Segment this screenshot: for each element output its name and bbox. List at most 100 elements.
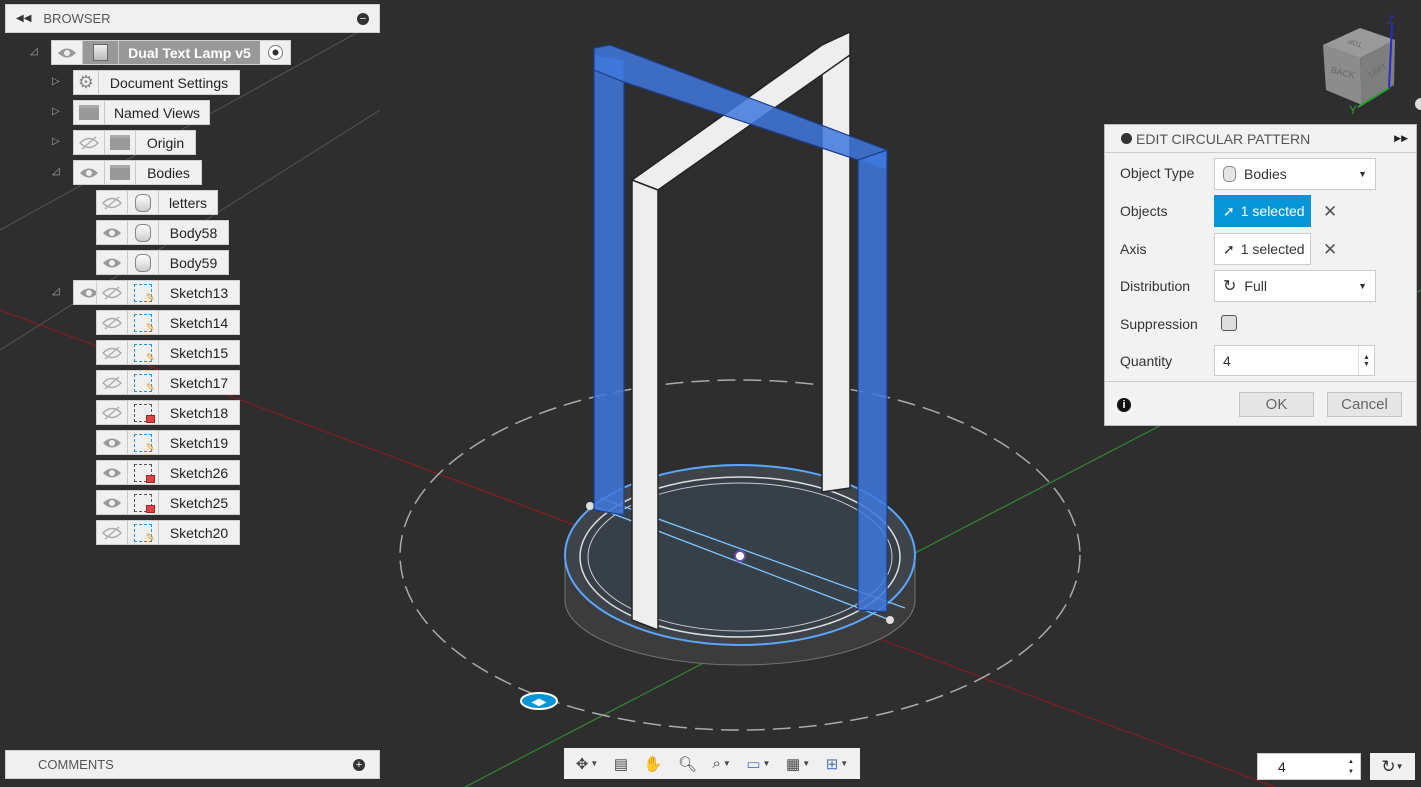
node-label: Body58: [169, 224, 218, 241]
axis-selection[interactable]: ➚ 1 selected: [1214, 233, 1311, 265]
eye-icon[interactable]: [97, 221, 128, 244]
distribution-select[interactable]: ↻ Full ▼: [1214, 270, 1376, 302]
tree-item-sketch18[interactable]: Sketch18: [96, 400, 240, 425]
eye-icon[interactable]: [97, 461, 128, 484]
object-type-label: Object Type: [1120, 165, 1195, 181]
expand-icon[interactable]: ▷: [52, 136, 62, 148]
tree-item-sketch19[interactable]: ✎ Sketch19: [96, 430, 240, 455]
eye-hidden-icon[interactable]: [97, 371, 128, 394]
eye-hidden-icon[interactable]: [97, 401, 128, 424]
root-label: Dual Text Lamp v5: [119, 41, 260, 64]
node-label: Sketch18: [169, 404, 229, 421]
browser-header[interactable]: ◀◀ BROWSER –: [5, 4, 380, 33]
clear-axis-icon[interactable]: ✕: [1323, 240, 1337, 260]
node-label: Sketch17: [169, 374, 229, 391]
node-label: Sketch26: [169, 464, 229, 481]
body-icon: [128, 191, 159, 214]
circular-arrow-icon: ↻: [1223, 278, 1237, 295]
viewports-icon[interactable]: ⊞ ▼: [826, 755, 849, 773]
eye-icon[interactable]: [97, 491, 128, 514]
add-comment-icon[interactable]: +: [353, 758, 365, 771]
locked-sketch-icon: [128, 401, 159, 424]
objects-selection[interactable]: ➚ 1 selected: [1214, 195, 1311, 227]
minus-circle-icon[interactable]: [1121, 133, 1132, 144]
tree-item-sketch14[interactable]: ✎ Sketch14: [96, 310, 240, 335]
eye-icon[interactable]: [97, 431, 128, 454]
tree-item-sketch17[interactable]: ✎ Sketch17: [96, 370, 240, 395]
node-label: Sketch19: [169, 434, 229, 451]
node-label: Bodies: [147, 164, 190, 181]
distribution-mini-button[interactable]: ↻ ▼: [1370, 753, 1415, 780]
eye-hidden-icon[interactable]: [97, 281, 128, 304]
expand-icon[interactable]: ▶▶: [1394, 133, 1408, 144]
cancel-button[interactable]: Cancel: [1327, 392, 1402, 417]
eye-hidden-icon[interactable]: [74, 131, 105, 154]
quantity-label: Quantity: [1120, 353, 1173, 369]
eye-icon[interactable]: [52, 41, 83, 64]
object-type-select[interactable]: Bodies ▼: [1214, 158, 1376, 190]
display-settings-icon[interactable]: ▭ ▼: [746, 755, 770, 773]
comments-title: COMMENTS: [38, 757, 114, 772]
eye-icon[interactable]: [74, 161, 105, 184]
home-view-icon[interactable]: [1415, 98, 1421, 110]
locked-sketch-icon: [128, 491, 159, 514]
tree-item-origin[interactable]: Origin: [73, 130, 196, 155]
node-label: Sketch20: [169, 524, 229, 541]
tree-item-body58[interactable]: Body58: [96, 220, 229, 245]
collapse-icon[interactable]: ◀◀: [16, 13, 31, 24]
tree-item-sketch13[interactable]: ✎ Sketch13: [96, 280, 240, 305]
eye-hidden-icon[interactable]: [97, 521, 128, 544]
expand-icon[interactable]: ▷: [52, 76, 62, 88]
collapse-icon[interactable]: ◿: [52, 166, 62, 178]
collapse-icon[interactable]: ◿: [52, 286, 62, 298]
tree-item-named-views[interactable]: Named Views: [73, 100, 210, 125]
viewcube[interactable]: BACK LEFT TOP Z Y: [1323, 13, 1395, 117]
expand-icon[interactable]: ▷: [52, 106, 62, 118]
eye-hidden-icon[interactable]: [97, 191, 128, 214]
tree-item-sketch15[interactable]: ✎ Sketch15: [96, 340, 240, 365]
quantity-mini-stepper[interactable]: ▲ ▼: [1348, 757, 1360, 777]
folder-icon: [105, 161, 136, 184]
object-type-value: Bodies: [1244, 166, 1287, 182]
suppression-label: Suppression: [1120, 316, 1198, 332]
eye-icon[interactable]: [97, 251, 128, 274]
pan-icon[interactable]: ✋: [644, 755, 663, 773]
tree-item-sketch25[interactable]: Sketch25: [96, 490, 240, 515]
quantity-input[interactable]: 4 ▲ ▼: [1214, 345, 1375, 376]
tree-item-letters[interactable]: letters: [96, 190, 218, 215]
objects-value: 1 selected: [1240, 203, 1305, 219]
minus-circle-icon[interactable]: –: [357, 12, 369, 25]
tree-item-bodies[interactable]: Bodies: [73, 160, 202, 185]
fit-icon[interactable]: ⌕ ▼: [712, 755, 730, 772]
comments-panel[interactable]: COMMENTS +: [5, 750, 380, 779]
collapse-icon[interactable]: ◿: [30, 46, 40, 58]
look-at-icon[interactable]: ▤: [614, 755, 628, 773]
node-label: Body59: [169, 254, 218, 271]
tree-item-document-settings[interactable]: ⚙ Document Settings: [73, 70, 240, 95]
sketch-icon: ✎: [128, 371, 159, 394]
z-axis-label: Z: [1387, 13, 1394, 27]
dialog-header: EDIT CIRCULAR PATTERN ▶▶: [1105, 125, 1416, 153]
tree-root[interactable]: Dual Text Lamp v5: [51, 40, 291, 65]
cursor-icon: ➚: [1223, 202, 1235, 219]
node-label: Named Views: [113, 104, 201, 121]
grid-icon[interactable]: ▦ ▼: [786, 755, 810, 773]
ok-button[interactable]: OK: [1239, 392, 1314, 417]
locked-sketch-icon: [128, 461, 159, 484]
clear-objects-icon[interactable]: ✕: [1323, 202, 1337, 222]
tree-item-sketch26[interactable]: Sketch26: [96, 460, 240, 485]
quantity-mini-input[interactable]: 4 ▲ ▼: [1257, 753, 1361, 780]
quantity-value: 4: [1223, 352, 1231, 369]
node-label: Sketch15: [169, 344, 229, 361]
orbit-icon[interactable]: ✥ ▼: [576, 755, 599, 773]
sketch-icon: ✎: [128, 281, 159, 304]
eye-hidden-icon[interactable]: [97, 341, 128, 364]
quantity-stepper[interactable]: ▲ ▼: [1358, 346, 1374, 375]
radio-active-icon[interactable]: [260, 41, 290, 64]
zoom-icon[interactable]: 🔍︎: [678, 755, 697, 773]
tree-item-body59[interactable]: Body59: [96, 250, 229, 275]
tree-item-sketch20[interactable]: ✎ Sketch20: [96, 520, 240, 545]
info-icon[interactable]: i: [1117, 398, 1131, 412]
suppression-checkbox[interactable]: [1221, 315, 1237, 331]
eye-hidden-icon[interactable]: [97, 311, 128, 334]
